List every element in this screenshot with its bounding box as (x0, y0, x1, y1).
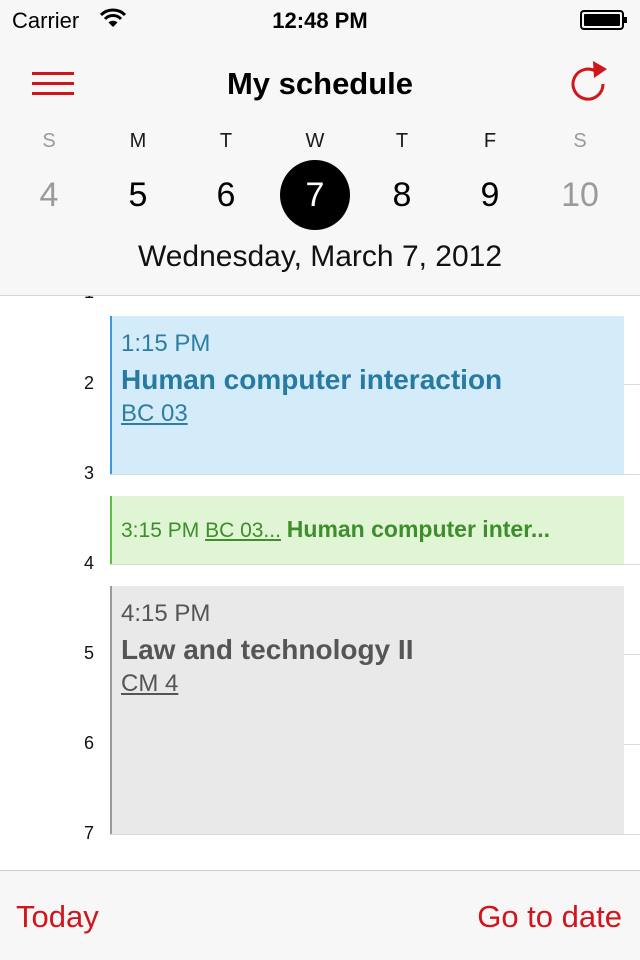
day-number: 4 (39, 176, 59, 214)
day-timeline[interactable]: 1 2 3 4 5 6 7 1:15 PM Human computer int… (0, 296, 640, 870)
status-bar: Carrier 12:48 PM (0, 0, 640, 40)
day-wednesday-selected[interactable]: W 7 (269, 124, 361, 234)
event-room-link[interactable]: CM 4 (121, 670, 178, 698)
day-number: 9 (480, 176, 500, 214)
today-button[interactable]: Today (16, 899, 99, 935)
event-card-hci[interactable]: 1:15 PM Human computer interaction BC 03 (110, 316, 624, 474)
day-sunday[interactable]: S 4 (3, 124, 95, 234)
day-letter: T (395, 130, 409, 152)
day-number: 6 (216, 176, 236, 214)
hour-label: 2 (83, 373, 94, 393)
hour-label: 3 (83, 463, 94, 483)
event-room-link[interactable]: BC 03 (121, 400, 188, 428)
hour-line (110, 474, 640, 475)
refresh-icon[interactable] (568, 60, 610, 106)
event-title: Human computer inter... (286, 516, 551, 542)
battery-icon (580, 10, 627, 30)
day-saturday[interactable]: S 10 (534, 124, 626, 234)
day-thursday[interactable]: T 8 (356, 124, 448, 234)
nav-bar: My schedule (0, 40, 640, 128)
event-time: 4:15 PM (121, 600, 211, 627)
day-number: 10 (561, 176, 599, 214)
event-card-hci-short[interactable]: 3:15 PM BC 03... Human computer inter... (110, 496, 624, 564)
week-strip: S 4 M 5 T 6 W 7 T 8 F 9 S 10 (0, 124, 640, 234)
page-title: My schedule (226, 66, 414, 101)
event-time: 1:15 PM (121, 330, 211, 357)
day-letter: W (305, 130, 325, 152)
go-to-date-button[interactable]: Go to date (477, 899, 622, 935)
day-letter: T (219, 130, 233, 152)
day-letter: S (42, 130, 56, 152)
hour-label: 1 (0, 296, 94, 303)
hour-label: 6 (83, 733, 94, 753)
day-tuesday[interactable]: T 6 (180, 124, 272, 234)
bottom-toolbar: Today Go to date (0, 870, 640, 960)
hour-line (110, 564, 640, 565)
event-title: Law and technology II (121, 634, 414, 665)
day-letter: F (483, 130, 497, 152)
day-monday[interactable]: M 5 (92, 124, 184, 234)
hour-label: 4 (83, 553, 94, 573)
event-summary-line: 3:15 PM BC 03... Human computer inter... (121, 516, 550, 543)
event-card-law[interactable]: 4:15 PM Law and technology II CM 4 (110, 586, 624, 834)
day-friday[interactable]: F 9 (444, 124, 536, 234)
hour-line (110, 834, 640, 835)
day-letter: M (129, 130, 147, 152)
event-room-link[interactable]: BC 03... (205, 519, 281, 542)
event-time: 3:15 PM (121, 519, 200, 542)
hour-label: 5 (83, 643, 94, 663)
day-letter: S (573, 130, 587, 152)
day-number: 8 (392, 176, 412, 214)
day-number: 5 (128, 176, 148, 214)
hour-label: 7 (83, 823, 94, 843)
header-area: Carrier 12:48 PM My schedule S 4 M 5 T 6… (0, 0, 640, 296)
event-title: Human computer interaction (121, 364, 503, 395)
selected-date-label: Wednesday, March 7, 2012 (137, 240, 503, 273)
day-number: 7 (280, 160, 350, 230)
status-time: 12:48 PM (272, 8, 368, 33)
